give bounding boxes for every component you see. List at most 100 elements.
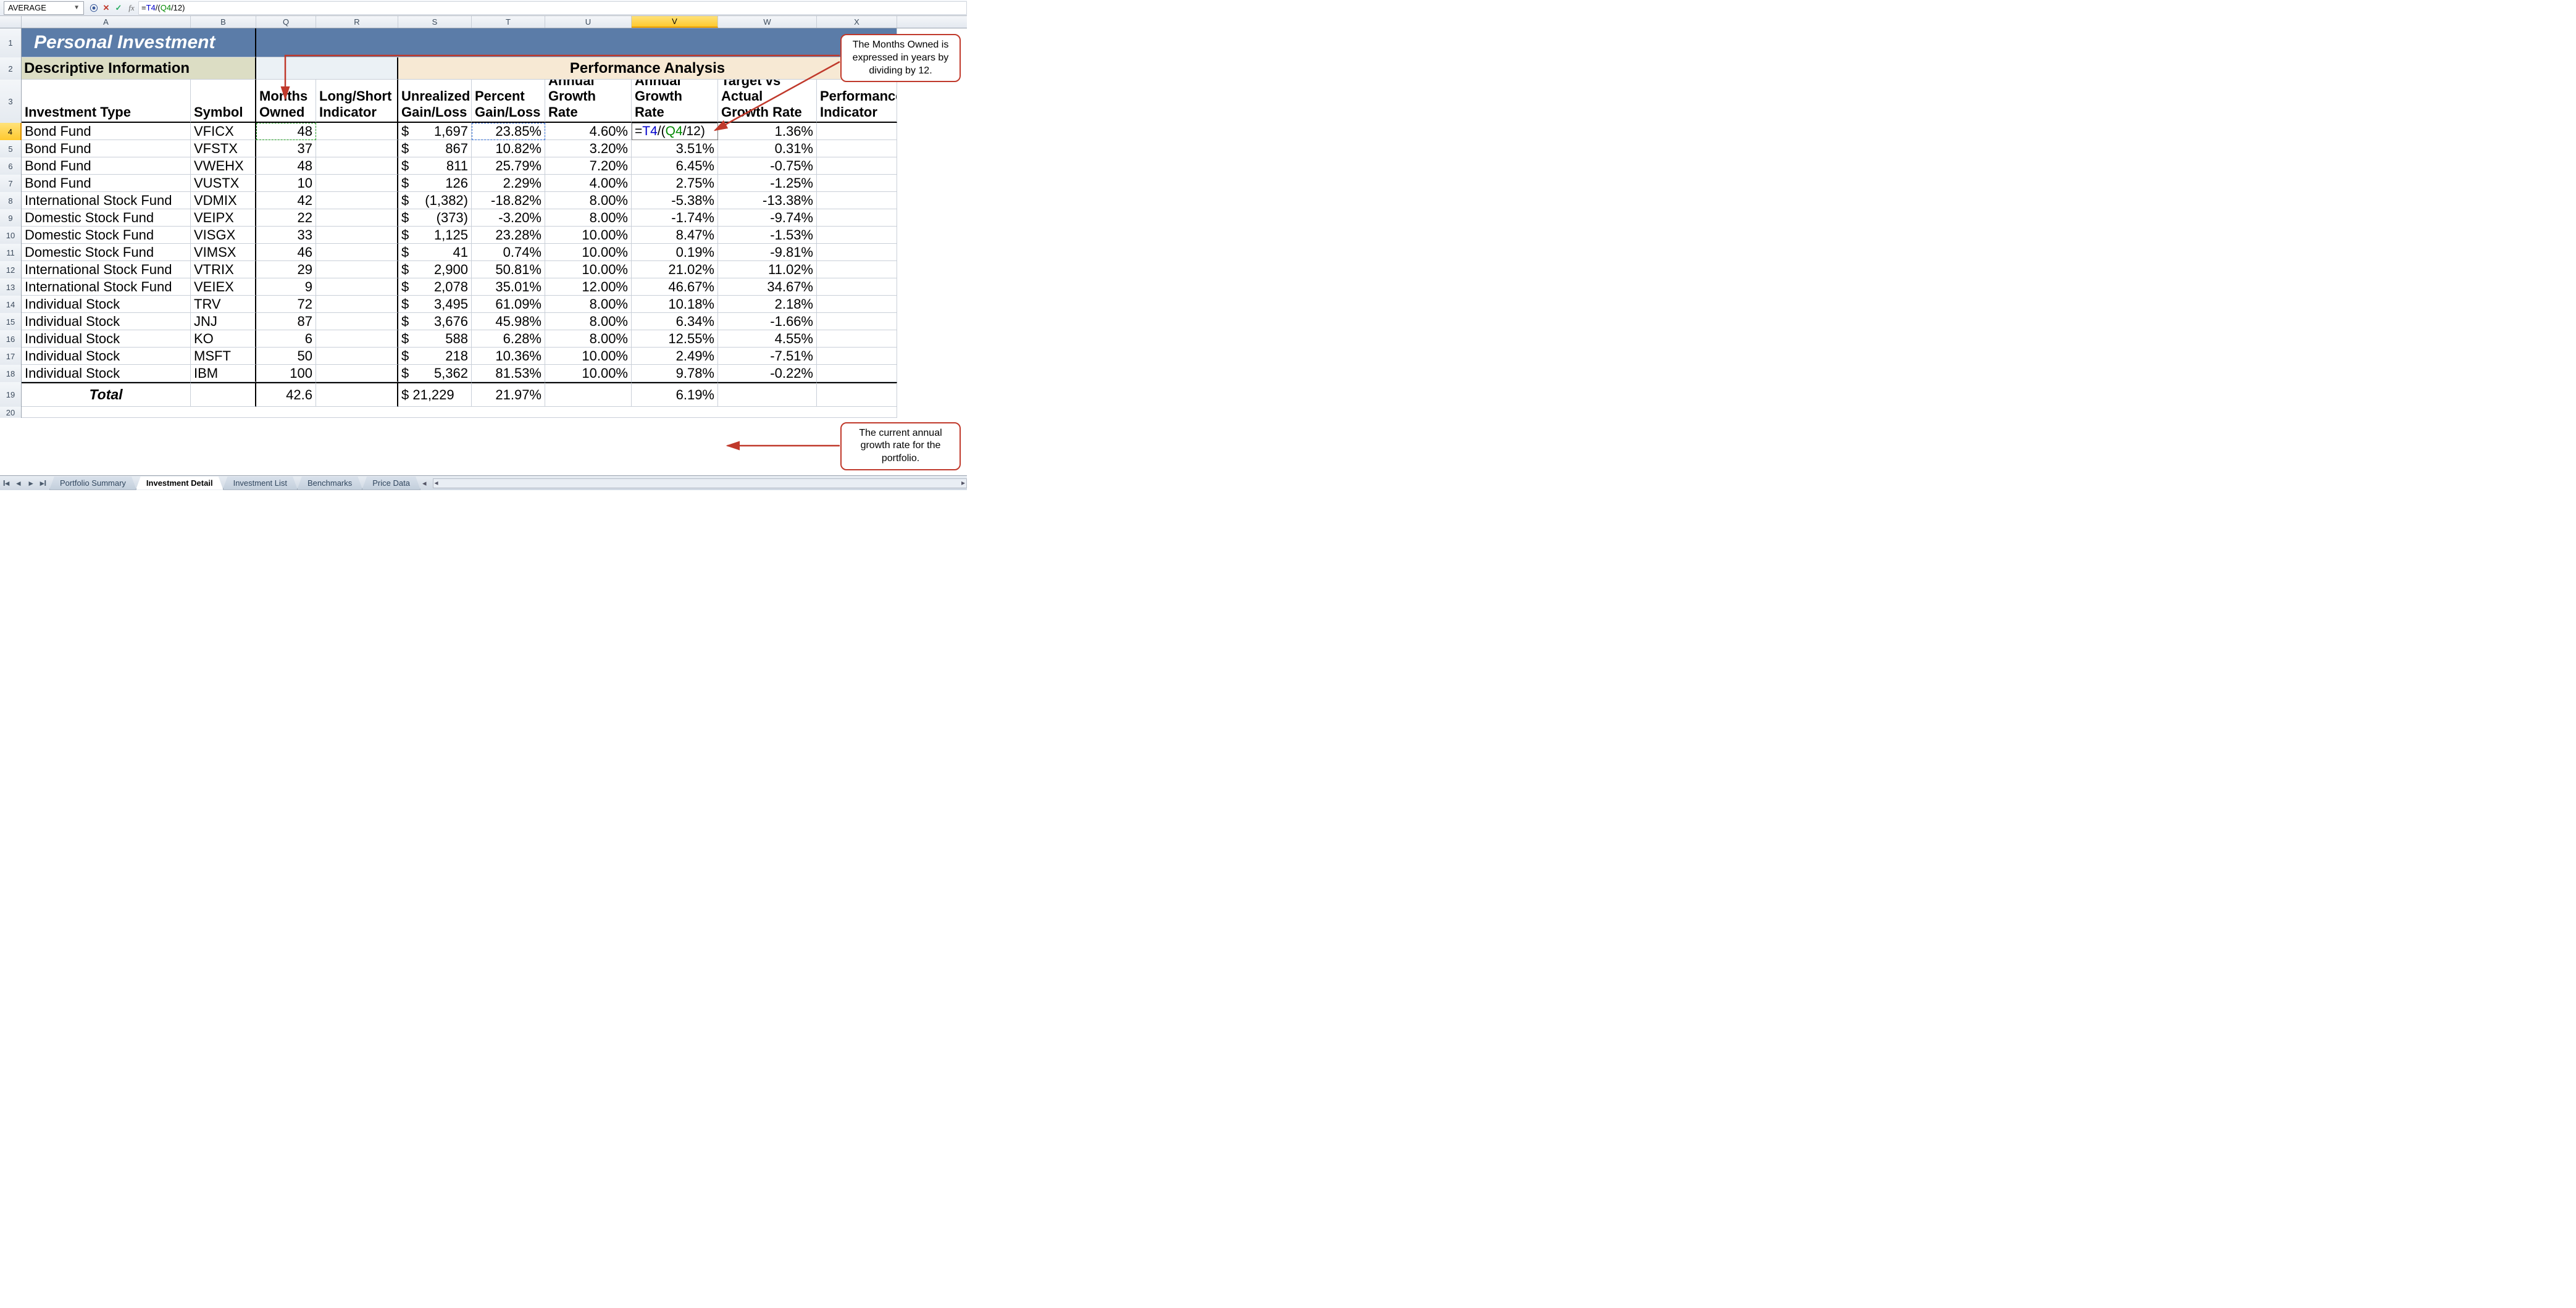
tab-nav-last[interactable]: ▸I <box>37 478 49 488</box>
cell-U18[interactable]: 10.00% <box>545 365 632 382</box>
cell-B11[interactable]: VIMSX <box>191 244 256 261</box>
cell-Q4[interactable]: 48 <box>256 123 316 140</box>
expand-icon[interactable]: ⦿ <box>88 2 100 14</box>
tab-nav-prev[interactable]: ◂ <box>12 478 25 488</box>
cell-U13[interactable]: 12.00% <box>545 278 632 296</box>
cell-B16[interactable]: KO <box>191 330 256 348</box>
row-header-17[interactable]: 17 <box>0 348 22 365</box>
cell-A11[interactable]: Domestic Stock Fund <box>22 244 191 261</box>
cell-T12[interactable]: 50.81% <box>472 261 545 278</box>
cell-V11[interactable]: 0.19% <box>632 244 718 261</box>
cell-W9[interactable]: -9.74% <box>718 209 817 227</box>
cell-X18[interactable] <box>817 365 897 382</box>
cell-A10[interactable]: Domestic Stock Fund <box>22 227 191 244</box>
cell-W15[interactable]: -1.66% <box>718 313 817 330</box>
sheet-tab-benchmarks[interactable]: Benchmarks <box>297 477 362 490</box>
cell-X14[interactable] <box>817 296 897 313</box>
cell-B18[interactable]: IBM <box>191 365 256 382</box>
cell-T4[interactable]: 23.85% <box>472 123 545 140</box>
cell-S16[interactable]: $588 <box>398 330 472 348</box>
cell-A13[interactable]: International Stock Fund <box>22 278 191 296</box>
cell-Q17[interactable]: 50 <box>256 348 316 365</box>
cell-X16[interactable] <box>817 330 897 348</box>
cell-T8[interactable]: -18.82% <box>472 192 545 209</box>
cell-X17[interactable] <box>817 348 897 365</box>
cell-U7[interactable]: 4.00% <box>545 175 632 192</box>
cell-W7[interactable]: -1.25% <box>718 175 817 192</box>
row-header-19[interactable]: 19 <box>0 382 22 407</box>
cell-R12[interactable] <box>316 261 398 278</box>
cell-S9[interactable]: $373 <box>398 209 472 227</box>
cell-V16[interactable]: 12.55% <box>632 330 718 348</box>
cell-U9[interactable]: 8.00% <box>545 209 632 227</box>
cell-V5[interactable]: 3.51% <box>632 140 718 157</box>
cell-A8[interactable]: International Stock Fund <box>22 192 191 209</box>
cell-X10[interactable] <box>817 227 897 244</box>
cell-B9[interactable]: VEIPX <box>191 209 256 227</box>
cell-W14[interactable]: 2.18% <box>718 296 817 313</box>
cell-Q8[interactable]: 42 <box>256 192 316 209</box>
col-header-A[interactable]: A <box>22 16 191 28</box>
cell-Q16[interactable]: 6 <box>256 330 316 348</box>
cell-B8[interactable]: VDMIX <box>191 192 256 209</box>
cell-T17[interactable]: 10.36% <box>472 348 545 365</box>
cell-B17[interactable]: MSFT <box>191 348 256 365</box>
col-header-W[interactable]: W <box>718 16 817 28</box>
cell-Q13[interactable]: 9 <box>256 278 316 296</box>
cell-A14[interactable]: Individual Stock <box>22 296 191 313</box>
cell-V7[interactable]: 2.75% <box>632 175 718 192</box>
cell-A17[interactable]: Individual Stock <box>22 348 191 365</box>
cell-R8[interactable] <box>316 192 398 209</box>
cell-T5[interactable]: 10.82% <box>472 140 545 157</box>
cell-R6[interactable] <box>316 157 398 175</box>
cell-W11[interactable]: -9.81% <box>718 244 817 261</box>
row-header-8[interactable]: 8 <box>0 192 22 209</box>
cell-U16[interactable]: 8.00% <box>545 330 632 348</box>
row-header-11[interactable]: 11 <box>0 244 22 261</box>
worksheet-grid[interactable]: 1 Personal Investment 2 Descriptive Info… <box>0 28 967 418</box>
cell-B12[interactable]: VTRIX <box>191 261 256 278</box>
row-header-12[interactable]: 12 <box>0 261 22 278</box>
cell-X12[interactable] <box>817 261 897 278</box>
cell-U11[interactable]: 10.00% <box>545 244 632 261</box>
cell-S6[interactable]: $811 <box>398 157 472 175</box>
cell-B6[interactable]: VWEHX <box>191 157 256 175</box>
cell-U15[interactable]: 8.00% <box>545 313 632 330</box>
cell-W18[interactable]: -0.22% <box>718 365 817 382</box>
cell-B13[interactable]: VEIEX <box>191 278 256 296</box>
cell-X6[interactable] <box>817 157 897 175</box>
cell-W6[interactable]: -0.75% <box>718 157 817 175</box>
cell-S17[interactable]: $218 <box>398 348 472 365</box>
col-header-R[interactable]: R <box>316 16 398 28</box>
cell-S10[interactable]: $1,125 <box>398 227 472 244</box>
row-header-20[interactable]: 20 <box>0 407 22 418</box>
cell-V6[interactable]: 6.45% <box>632 157 718 175</box>
cell-S11[interactable]: $41 <box>398 244 472 261</box>
cell-R10[interactable] <box>316 227 398 244</box>
cell-X5[interactable] <box>817 140 897 157</box>
row-header-1[interactable]: 1 <box>0 28 22 57</box>
col-header-T[interactable]: T <box>472 16 545 28</box>
cell-S4[interactable]: $1,697 <box>398 123 472 140</box>
cell-S15[interactable]: $3,676 <box>398 313 472 330</box>
cell-W16[interactable]: 4.55% <box>718 330 817 348</box>
cell-U14[interactable]: 8.00% <box>545 296 632 313</box>
cell-Q15[interactable]: 87 <box>256 313 316 330</box>
cell-T9[interactable]: -3.20% <box>472 209 545 227</box>
cell-W8[interactable]: -13.38% <box>718 192 817 209</box>
cell-Q7[interactable]: 10 <box>256 175 316 192</box>
cell-U8[interactable]: 8.00% <box>545 192 632 209</box>
cell-T6[interactable]: 25.79% <box>472 157 545 175</box>
cell-R17[interactable] <box>316 348 398 365</box>
row-header-16[interactable]: 16 <box>0 330 22 348</box>
cell-S5[interactable]: $867 <box>398 140 472 157</box>
cell-R4[interactable] <box>316 123 398 140</box>
cell-T16[interactable]: 6.28% <box>472 330 545 348</box>
cell-R11[interactable] <box>316 244 398 261</box>
cell-W13[interactable]: 34.67% <box>718 278 817 296</box>
row-header-13[interactable]: 13 <box>0 278 22 296</box>
cell-V17[interactable]: 2.49% <box>632 348 718 365</box>
cell-R16[interactable] <box>316 330 398 348</box>
cell-V9[interactable]: -1.74% <box>632 209 718 227</box>
cell-A9[interactable]: Domestic Stock Fund <box>22 209 191 227</box>
